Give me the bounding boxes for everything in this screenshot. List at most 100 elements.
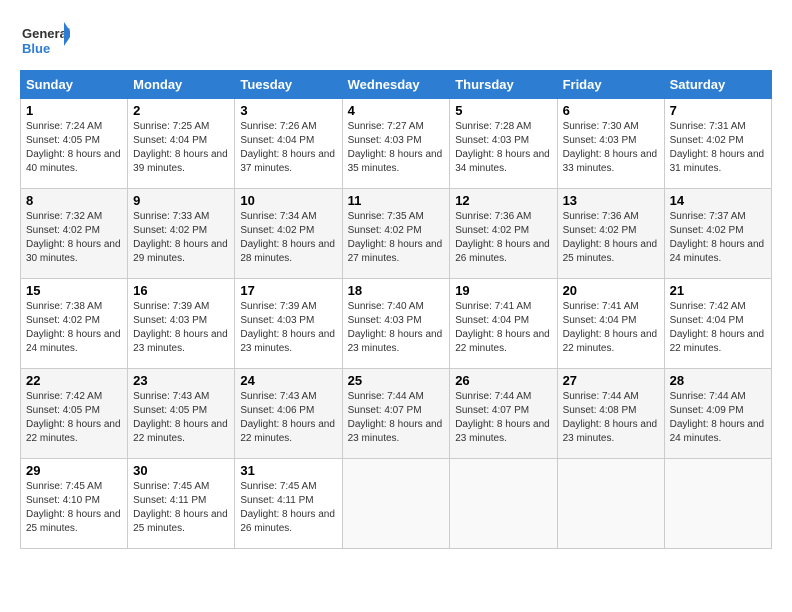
day-info: Sunrise: 7:39 AM Sunset: 4:03 PM Dayligh… — [133, 300, 229, 356]
day-info: Sunrise: 7:41 AM Sunset: 4:04 PM Dayligh… — [455, 300, 551, 356]
day-info: Sunrise: 7:37 AM Sunset: 4:02 PM Dayligh… — [670, 210, 766, 266]
day-info: Sunrise: 7:35 AM Sunset: 4:02 PM Dayligh… — [348, 210, 445, 266]
calendar-day-cell — [557, 459, 664, 549]
day-number: 22 — [26, 373, 122, 388]
calendar-day-cell: 20 Sunrise: 7:41 AM Sunset: 4:04 PM Dayl… — [557, 279, 664, 369]
day-info: Sunrise: 7:36 AM Sunset: 4:02 PM Dayligh… — [563, 210, 659, 266]
day-info: Sunrise: 7:45 AM Sunset: 4:11 PM Dayligh… — [240, 480, 336, 536]
calendar-week-row: 8 Sunrise: 7:32 AM Sunset: 4:02 PM Dayli… — [21, 189, 772, 279]
day-info: Sunrise: 7:34 AM Sunset: 4:02 PM Dayligh… — [240, 210, 336, 266]
calendar-day-cell: 15 Sunrise: 7:38 AM Sunset: 4:02 PM Dayl… — [21, 279, 128, 369]
day-number: 1 — [26, 103, 122, 118]
day-info: Sunrise: 7:28 AM Sunset: 4:03 PM Dayligh… — [455, 120, 551, 176]
calendar-day-cell: 14 Sunrise: 7:37 AM Sunset: 4:02 PM Dayl… — [664, 189, 771, 279]
day-info: Sunrise: 7:40 AM Sunset: 4:03 PM Dayligh… — [348, 300, 445, 356]
calendar-day-cell — [342, 459, 450, 549]
day-number: 21 — [670, 283, 766, 298]
day-info: Sunrise: 7:44 AM Sunset: 4:07 PM Dayligh… — [348, 390, 445, 446]
svg-text:Blue: Blue — [22, 41, 50, 56]
day-number: 30 — [133, 463, 229, 478]
day-info: Sunrise: 7:33 AM Sunset: 4:02 PM Dayligh… — [133, 210, 229, 266]
calendar-day-cell: 11 Sunrise: 7:35 AM Sunset: 4:02 PM Dayl… — [342, 189, 450, 279]
calendar-day-cell: 4 Sunrise: 7:27 AM Sunset: 4:03 PM Dayli… — [342, 99, 450, 189]
calendar-day-cell: 28 Sunrise: 7:44 AM Sunset: 4:09 PM Dayl… — [664, 369, 771, 459]
day-info: Sunrise: 7:44 AM Sunset: 4:07 PM Dayligh… — [455, 390, 551, 446]
calendar-day-cell: 30 Sunrise: 7:45 AM Sunset: 4:11 PM Dayl… — [128, 459, 235, 549]
day-number: 29 — [26, 463, 122, 478]
weekday-header-row: SundayMondayTuesdayWednesdayThursdayFrid… — [21, 71, 772, 99]
weekday-header-cell: Tuesday — [235, 71, 342, 99]
day-number: 17 — [240, 283, 336, 298]
day-number: 19 — [455, 283, 551, 298]
weekday-header-cell: Wednesday — [342, 71, 450, 99]
calendar-day-cell: 25 Sunrise: 7:44 AM Sunset: 4:07 PM Dayl… — [342, 369, 450, 459]
calendar-day-cell: 29 Sunrise: 7:45 AM Sunset: 4:10 PM Dayl… — [21, 459, 128, 549]
day-number: 5 — [455, 103, 551, 118]
day-number: 24 — [240, 373, 336, 388]
calendar-day-cell — [450, 459, 557, 549]
day-number: 11 — [348, 193, 445, 208]
day-number: 12 — [455, 193, 551, 208]
day-info: Sunrise: 7:43 AM Sunset: 4:05 PM Dayligh… — [133, 390, 229, 446]
calendar-day-cell: 31 Sunrise: 7:45 AM Sunset: 4:11 PM Dayl… — [235, 459, 342, 549]
day-number: 13 — [563, 193, 659, 208]
day-number: 3 — [240, 103, 336, 118]
calendar-day-cell: 23 Sunrise: 7:43 AM Sunset: 4:05 PM Dayl… — [128, 369, 235, 459]
day-number: 10 — [240, 193, 336, 208]
calendar-day-cell: 17 Sunrise: 7:39 AM Sunset: 4:03 PM Dayl… — [235, 279, 342, 369]
day-info: Sunrise: 7:27 AM Sunset: 4:03 PM Dayligh… — [348, 120, 445, 176]
day-number: 6 — [563, 103, 659, 118]
svg-text:General: General — [22, 26, 70, 41]
day-info: Sunrise: 7:45 AM Sunset: 4:11 PM Dayligh… — [133, 480, 229, 536]
calendar-week-row: 1 Sunrise: 7:24 AM Sunset: 4:05 PM Dayli… — [21, 99, 772, 189]
day-info: Sunrise: 7:42 AM Sunset: 4:04 PM Dayligh… — [670, 300, 766, 356]
page-header: General Blue — [20, 20, 772, 60]
day-info: Sunrise: 7:24 AM Sunset: 4:05 PM Dayligh… — [26, 120, 122, 176]
day-number: 28 — [670, 373, 766, 388]
day-number: 8 — [26, 193, 122, 208]
logo-svg: General Blue — [20, 20, 70, 60]
day-number: 14 — [670, 193, 766, 208]
day-number: 23 — [133, 373, 229, 388]
day-info: Sunrise: 7:31 AM Sunset: 4:02 PM Dayligh… — [670, 120, 766, 176]
calendar-day-cell: 19 Sunrise: 7:41 AM Sunset: 4:04 PM Dayl… — [450, 279, 557, 369]
calendar-day-cell: 16 Sunrise: 7:39 AM Sunset: 4:03 PM Dayl… — [128, 279, 235, 369]
day-info: Sunrise: 7:36 AM Sunset: 4:02 PM Dayligh… — [455, 210, 551, 266]
day-number: 9 — [133, 193, 229, 208]
calendar-day-cell: 24 Sunrise: 7:43 AM Sunset: 4:06 PM Dayl… — [235, 369, 342, 459]
calendar-day-cell: 2 Sunrise: 7:25 AM Sunset: 4:04 PM Dayli… — [128, 99, 235, 189]
day-info: Sunrise: 7:39 AM Sunset: 4:03 PM Dayligh… — [240, 300, 336, 356]
day-info: Sunrise: 7:43 AM Sunset: 4:06 PM Dayligh… — [240, 390, 336, 446]
day-info: Sunrise: 7:44 AM Sunset: 4:09 PM Dayligh… — [670, 390, 766, 446]
calendar-day-cell: 27 Sunrise: 7:44 AM Sunset: 4:08 PM Dayl… — [557, 369, 664, 459]
day-info: Sunrise: 7:32 AM Sunset: 4:02 PM Dayligh… — [26, 210, 122, 266]
calendar-day-cell: 18 Sunrise: 7:40 AM Sunset: 4:03 PM Dayl… — [342, 279, 450, 369]
day-number: 15 — [26, 283, 122, 298]
day-number: 4 — [348, 103, 445, 118]
day-number: 16 — [133, 283, 229, 298]
calendar-week-row: 15 Sunrise: 7:38 AM Sunset: 4:02 PM Dayl… — [21, 279, 772, 369]
weekday-header-cell: Monday — [128, 71, 235, 99]
calendar-table: SundayMondayTuesdayWednesdayThursdayFrid… — [20, 70, 772, 549]
calendar-day-cell: 22 Sunrise: 7:42 AM Sunset: 4:05 PM Dayl… — [21, 369, 128, 459]
day-number: 18 — [348, 283, 445, 298]
calendar-day-cell: 12 Sunrise: 7:36 AM Sunset: 4:02 PM Dayl… — [450, 189, 557, 279]
day-number: 20 — [563, 283, 659, 298]
calendar-body: 1 Sunrise: 7:24 AM Sunset: 4:05 PM Dayli… — [21, 99, 772, 549]
calendar-day-cell: 3 Sunrise: 7:26 AM Sunset: 4:04 PM Dayli… — [235, 99, 342, 189]
weekday-header-cell: Thursday — [450, 71, 557, 99]
day-number: 2 — [133, 103, 229, 118]
calendar-day-cell: 6 Sunrise: 7:30 AM Sunset: 4:03 PM Dayli… — [557, 99, 664, 189]
calendar-day-cell: 26 Sunrise: 7:44 AM Sunset: 4:07 PM Dayl… — [450, 369, 557, 459]
calendar-day-cell — [664, 459, 771, 549]
day-number: 26 — [455, 373, 551, 388]
day-info: Sunrise: 7:42 AM Sunset: 4:05 PM Dayligh… — [26, 390, 122, 446]
day-info: Sunrise: 7:38 AM Sunset: 4:02 PM Dayligh… — [26, 300, 122, 356]
calendar-week-row: 29 Sunrise: 7:45 AM Sunset: 4:10 PM Dayl… — [21, 459, 772, 549]
calendar-day-cell: 7 Sunrise: 7:31 AM Sunset: 4:02 PM Dayli… — [664, 99, 771, 189]
weekday-header-cell: Friday — [557, 71, 664, 99]
calendar-week-row: 22 Sunrise: 7:42 AM Sunset: 4:05 PM Dayl… — [21, 369, 772, 459]
logo: General Blue — [20, 20, 70, 60]
calendar-day-cell: 8 Sunrise: 7:32 AM Sunset: 4:02 PM Dayli… — [21, 189, 128, 279]
weekday-header-cell: Saturday — [664, 71, 771, 99]
